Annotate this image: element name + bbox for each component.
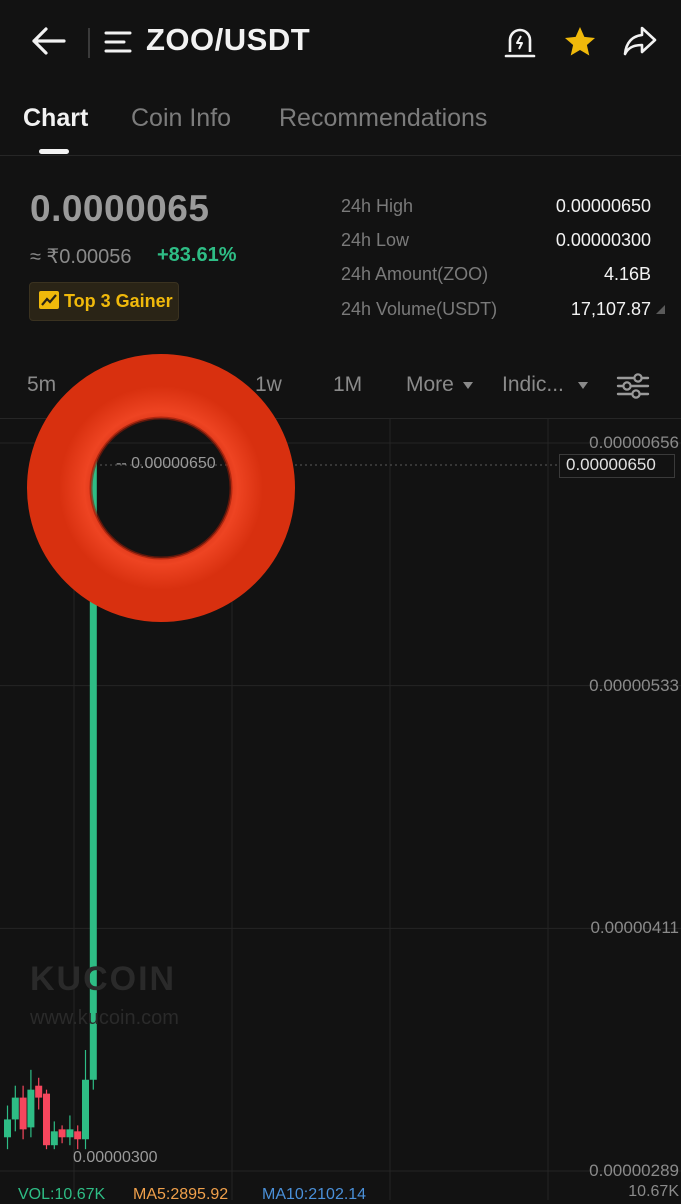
y-tick-label: 0.00000289 [589, 1161, 679, 1180]
interval-1m[interactable]: 1M [333, 373, 362, 397]
stat-label-low: 24h Low [341, 230, 410, 250]
tab-recommendations[interactable]: Recommendations [279, 104, 487, 133]
low-price-label: 0.00000300 [73, 1149, 158, 1167]
star-icon[interactable] [562, 24, 598, 60]
tab-coin-info[interactable]: Coin Info [131, 104, 231, 133]
candle-body [50, 1131, 58, 1146]
back-icon[interactable] [28, 24, 68, 58]
candle-body [27, 1089, 35, 1128]
caret-down-icon [462, 381, 473, 389]
candle-body [19, 1097, 27, 1130]
candle-body [4, 1119, 11, 1138]
last-price-marker-label: 0.00000650 [566, 455, 656, 474]
indicators-dropdown[interactable]: Indic... [502, 373, 588, 397]
y-tick-label: 0.00000533 [589, 676, 679, 695]
indicators-label: Indic... [502, 373, 564, 396]
trend-up-icon [38, 290, 60, 315]
ma5-legend: MA5:2895.92 [133, 1186, 229, 1203]
stat-label-amount: 24h Amount(ZOO) [341, 264, 489, 284]
red-ring-overlay [27, 354, 295, 622]
candle-body [58, 1129, 66, 1138]
top-bar: ZOO/USDT [0, 0, 681, 84]
stat-value-low: 0.00000300 [555, 230, 651, 250]
stat-label-volume: 24h Volume(USDT) [341, 299, 498, 319]
corner-triangle-icon [656, 305, 665, 314]
price-alert-icon[interactable] [504, 24, 536, 60]
more-label: More [406, 373, 454, 396]
candle-body [74, 1131, 82, 1140]
y-tick-label: 0.00000656 [589, 433, 679, 452]
tabs-divider [0, 155, 681, 156]
caret-down-icon [577, 381, 588, 389]
header-divider [88, 28, 90, 58]
stat-value-amount: 4.16B [603, 264, 651, 284]
kucoin-watermark: KUCOIN [30, 960, 177, 998]
stat-value-volume: 17,107.87 [570, 299, 651, 319]
candle-body [82, 1079, 89, 1140]
candle-body [43, 1093, 50, 1146]
last-price: 0.0000065 [30, 188, 210, 229]
fiat-price: ≈ ₹0.00056 [30, 246, 132, 268]
share-icon[interactable] [622, 24, 658, 58]
menu-icon[interactable] [104, 30, 132, 54]
price-change: +83.61% [157, 244, 237, 266]
volume-axis-label: 10.67K [628, 1183, 679, 1200]
tab-active-indicator [39, 149, 69, 154]
stat-value-high: 0.00000650 [555, 196, 651, 216]
y-tick-label: 0.00000411 [590, 918, 679, 937]
more-intervals-dropdown[interactable]: More [406, 373, 473, 397]
ma10-legend: MA10:2102.14 [262, 1186, 367, 1203]
candle-body [66, 1129, 74, 1138]
tab-chart[interactable]: Chart [23, 104, 88, 133]
candle-body [11, 1097, 19, 1120]
vol-legend: VOL:10.67K [18, 1186, 106, 1203]
kucoin-watermark-url: www.kucoin.com [30, 1007, 179, 1029]
stat-label-high: 24h High [341, 196, 414, 216]
candle-body [35, 1085, 43, 1098]
gainer-badge-label: Top 3 Gainer [64, 291, 173, 311]
sliders-icon[interactable] [616, 372, 650, 405]
pair-title[interactable]: ZOO/USDT [146, 22, 310, 58]
low-price-value: 0.00000300 [73, 1149, 158, 1166]
